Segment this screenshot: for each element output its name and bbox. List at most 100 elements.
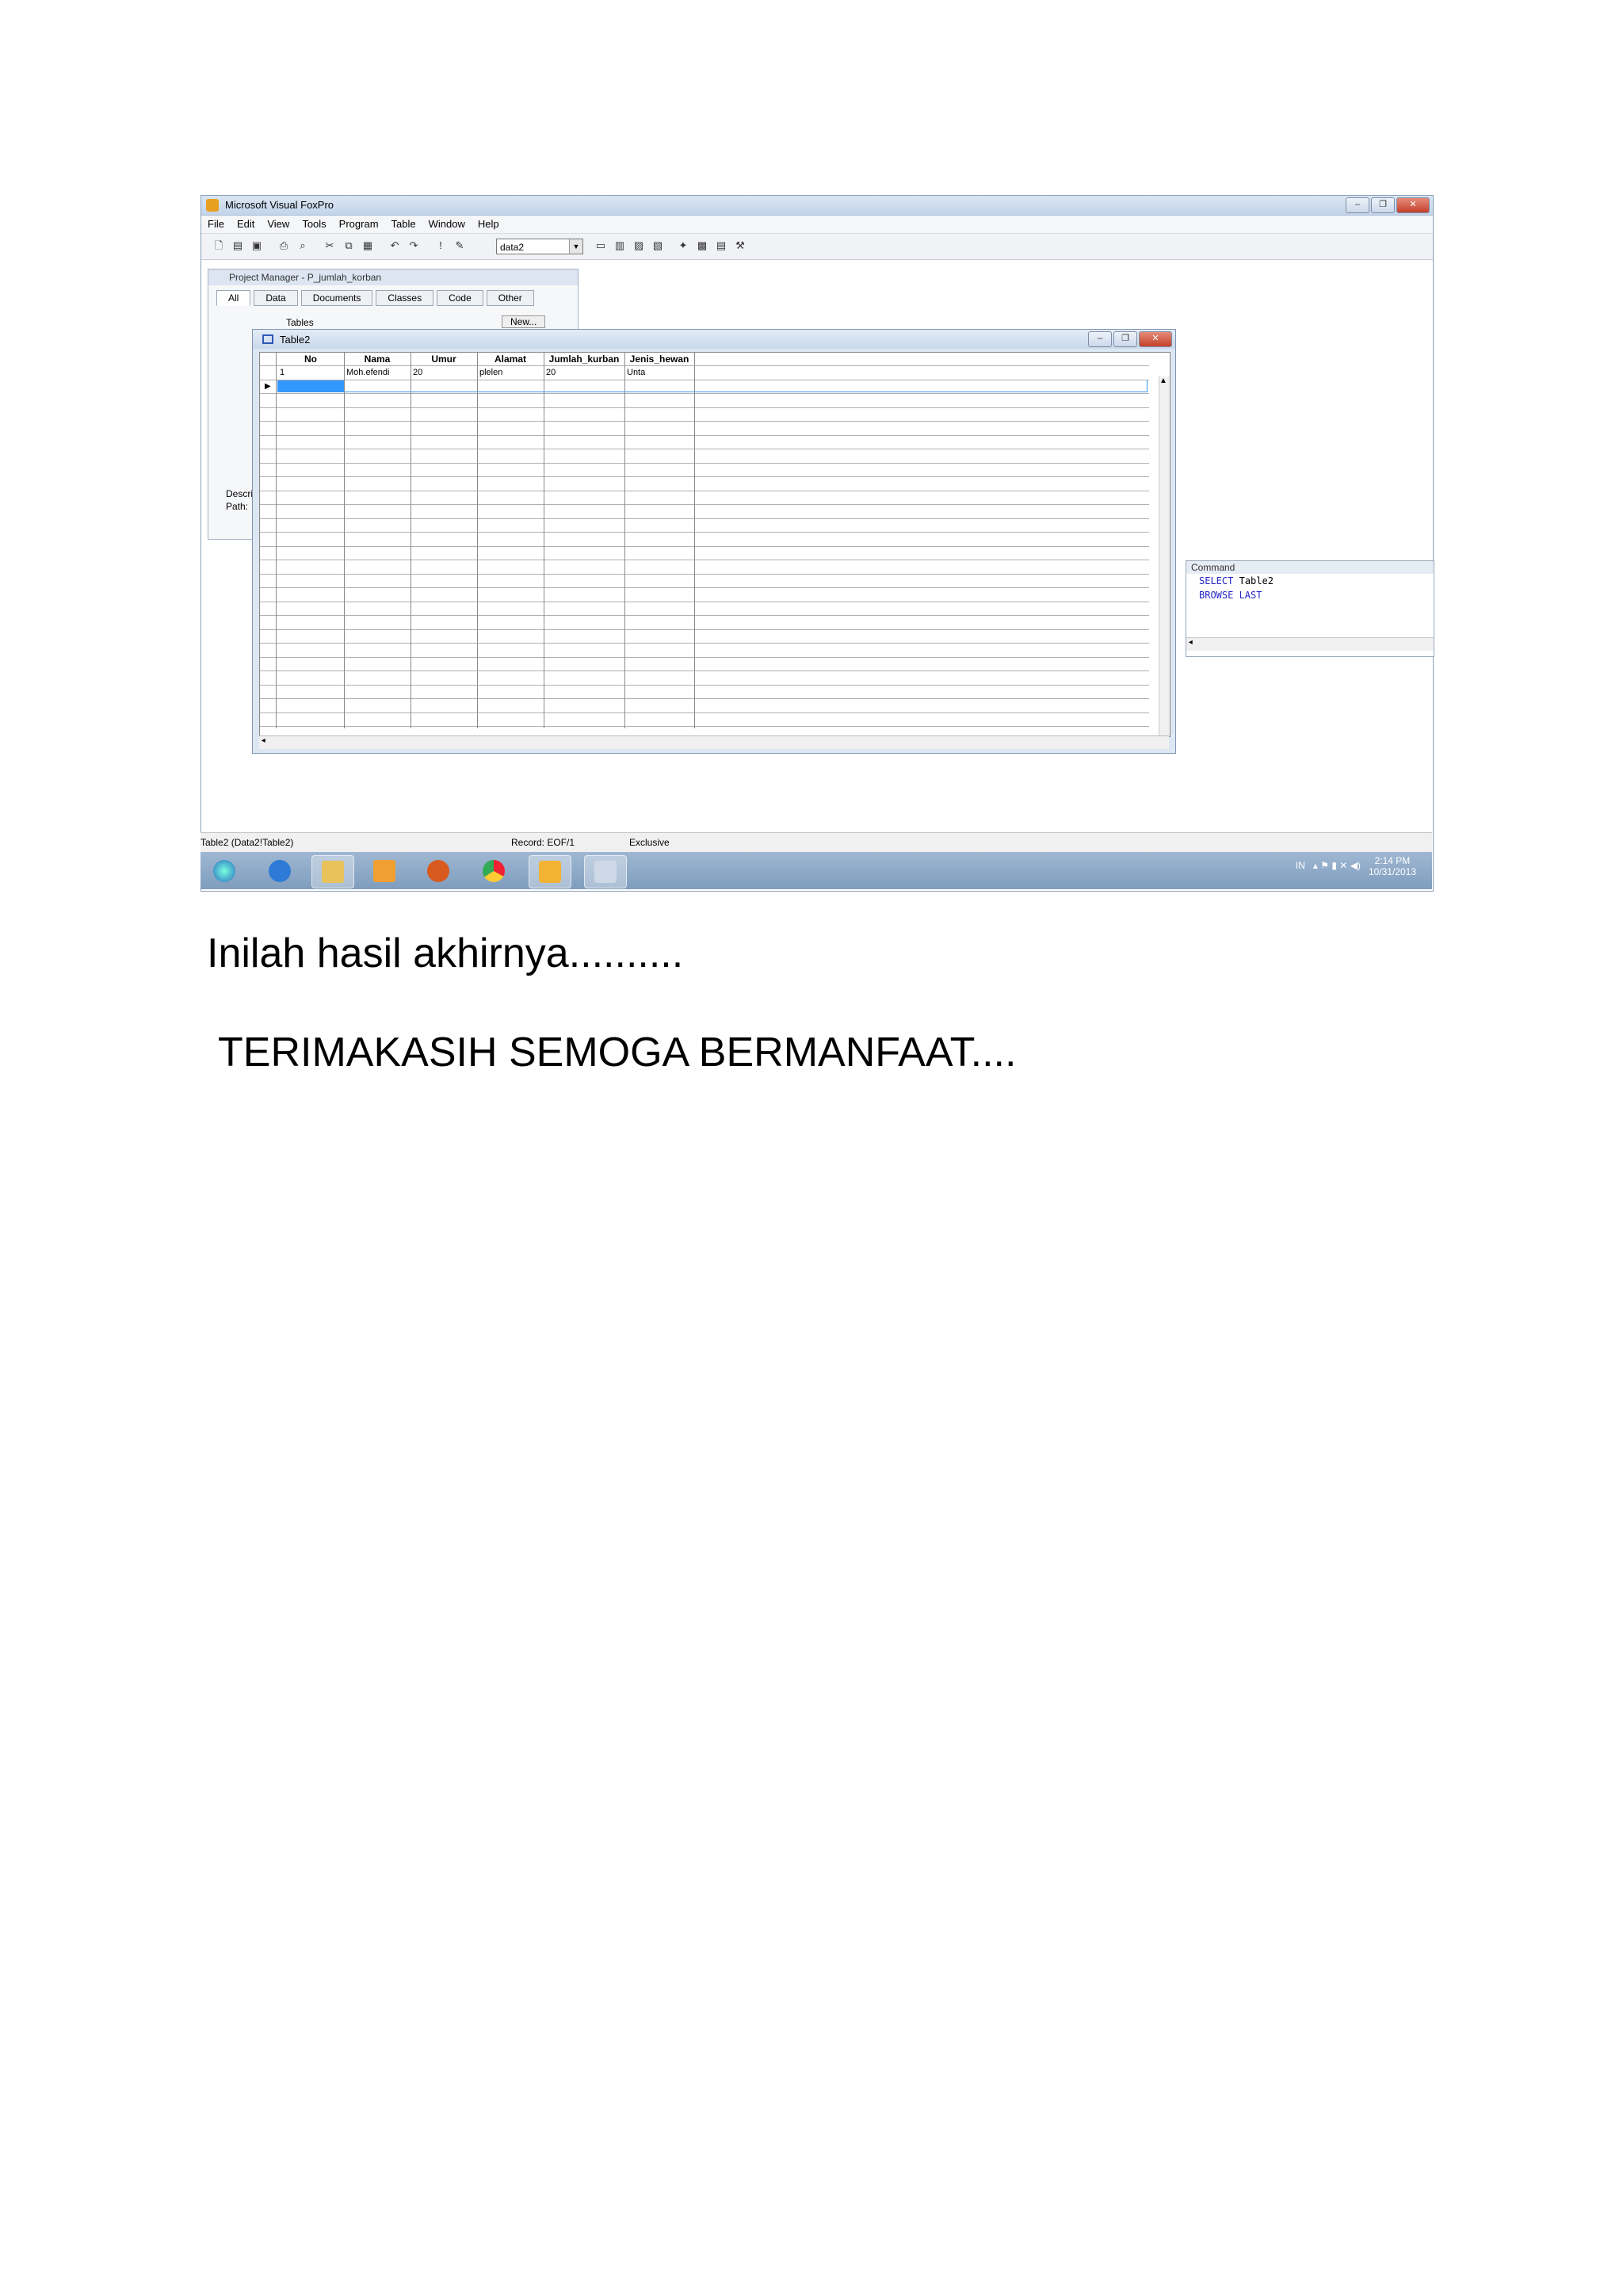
command-titlebar: Command xyxy=(1186,561,1434,574)
print-icon[interactable]: ⎙ xyxy=(277,239,290,252)
grid-row-line xyxy=(260,407,1149,408)
database-combo[interactable]: data2 ▼ xyxy=(496,239,583,254)
cell-jumlah-kurban[interactable]: 20 xyxy=(544,365,556,380)
menu-table[interactable]: Table xyxy=(385,216,422,233)
column-header-nama[interactable]: Nama xyxy=(344,353,411,365)
print-preview-icon[interactable]: ⌕ xyxy=(296,239,309,252)
menu-edit[interactable]: Edit xyxy=(231,216,261,233)
menu-view[interactable]: View xyxy=(261,216,296,233)
grid-row-line xyxy=(260,518,1149,519)
description-label: Descri xyxy=(226,488,254,499)
start-button[interactable] xyxy=(204,855,245,887)
cell-nama[interactable]: Moh.efendi xyxy=(344,365,389,380)
paste-icon[interactable]: ▦ xyxy=(361,239,374,252)
column-header-umur[interactable]: Umur xyxy=(411,353,477,365)
browse-restore-button[interactable]: ❐ xyxy=(1113,331,1137,347)
foxpro-task-icon[interactable] xyxy=(529,855,571,888)
command-window-icon[interactable]: ▭ xyxy=(594,239,607,252)
database-combo-value: data2 xyxy=(500,242,525,253)
taskbar: IN ▴ ⚑ ▮ ✕ ◀) 2:14 PM 10/31/2013 xyxy=(200,852,1432,889)
grid-row-line xyxy=(260,643,1149,644)
tab-code[interactable]: Code xyxy=(437,290,483,306)
undo-icon[interactable]: ↶ xyxy=(388,239,401,252)
modify-form-icon[interactable]: ✎ xyxy=(453,239,466,252)
redo-icon[interactable]: ↷ xyxy=(407,239,420,252)
firefox-icon[interactable] xyxy=(418,855,459,887)
tab-classes[interactable]: Classes xyxy=(376,290,434,306)
save-icon[interactable]: ▣ xyxy=(250,239,263,252)
browse-minimize-button[interactable]: ‒ xyxy=(1088,331,1112,347)
project-manager-titlebar: Project Manager - P_jumlah_korban xyxy=(208,269,578,285)
cell-alamat[interactable]: plelen xyxy=(477,365,502,380)
paint-icon[interactable] xyxy=(584,855,627,888)
copy-icon[interactable]: ⧉ xyxy=(342,239,355,252)
command-argument: Table2 xyxy=(1239,575,1274,586)
vertical-scrollbar[interactable]: ▲ xyxy=(1159,376,1170,736)
column-header-alamat[interactable]: Alamat xyxy=(477,353,544,365)
tree-item-tables[interactable]: Tables xyxy=(286,317,314,328)
menu-window[interactable]: Window xyxy=(422,216,472,233)
grid-row-line xyxy=(260,462,1149,464)
browse-close-button[interactable]: ✕ xyxy=(1139,331,1172,347)
record-pointer-icon: ▶ xyxy=(265,382,271,391)
command-line-2[interactable]: BROWSE LAST xyxy=(1199,590,1262,601)
horizontal-scrollbar[interactable]: ◂ xyxy=(259,735,1169,749)
menu-tools[interactable]: Tools xyxy=(296,216,332,233)
grid-row-line xyxy=(260,532,1149,533)
media-player-icon[interactable] xyxy=(364,855,405,887)
grid-column-line xyxy=(344,353,345,728)
cell-no[interactable]: 1 xyxy=(277,365,285,380)
clock-time[interactable]: 2:14 PM xyxy=(1375,855,1411,866)
foxpro-icon xyxy=(206,199,219,212)
cut-icon[interactable]: ✂ xyxy=(323,239,336,252)
code-references-icon[interactable]: ▩ xyxy=(696,239,708,252)
wizard-icon[interactable]: ✦ xyxy=(677,239,689,252)
menu-program[interactable]: Program xyxy=(333,216,385,233)
command-scrollbar[interactable]: ◂ xyxy=(1186,637,1434,651)
new-button[interactable]: New... xyxy=(502,315,546,328)
menu-help[interactable]: Help xyxy=(472,216,506,233)
grid-row-line xyxy=(260,628,1149,630)
new-file-icon[interactable]: 🗋 xyxy=(212,239,225,252)
toolbox-icon[interactable]: ▤ xyxy=(715,239,727,252)
close-button[interactable]: ✕ xyxy=(1396,197,1430,213)
report-icon[interactable]: ▧ xyxy=(651,239,664,252)
tab-data[interactable]: Data xyxy=(254,290,298,306)
browse-titlebar: Table2 ‒ ❐ ✕ xyxy=(253,330,1175,349)
data-session-icon[interactable]: ▥ xyxy=(613,239,626,252)
clock-date[interactable]: 10/31/2013 xyxy=(1369,866,1416,877)
column-header-jumlah-kurban[interactable]: Jumlah_kurban xyxy=(544,353,624,365)
browse-window: Table2 ‒ ❐ ✕ No Nama Umur Alamat Jumlah_… xyxy=(252,329,1176,754)
current-row[interactable] xyxy=(344,380,1148,392)
command-line-1[interactable]: SELECT Table2 xyxy=(1199,575,1274,586)
tab-documents[interactable]: Documents xyxy=(300,290,373,306)
command-keyword: SELECT xyxy=(1199,575,1234,586)
cell-umur[interactable]: 20 xyxy=(411,365,422,380)
language-indicator[interactable]: IN xyxy=(1296,860,1305,871)
column-header-no[interactable]: No xyxy=(277,353,344,365)
system-tray: IN ▴ ⚑ ▮ ✕ ◀) 2:14 PM 10/31/2013 xyxy=(1296,855,1416,877)
grid-row-line xyxy=(260,698,1149,699)
run-icon[interactable]: ! xyxy=(434,239,447,252)
status-table: Table2 (Data2!Table2) xyxy=(200,837,294,848)
current-cell[interactable] xyxy=(277,380,344,392)
tab-all[interactable]: All xyxy=(216,290,251,306)
grid-row-line xyxy=(260,476,1149,477)
column-header-jenis-hewan[interactable]: Jenis_hewan xyxy=(624,353,694,365)
menu-file[interactable]: File xyxy=(201,216,231,233)
open-icon[interactable]: ▤ xyxy=(231,239,244,252)
vfp-window: Microsoft Visual FoxPro ‒ ❐ ✕ File Edit … xyxy=(200,195,1434,892)
explorer-icon[interactable] xyxy=(311,855,354,888)
tab-other[interactable]: Other xyxy=(486,290,534,306)
tray-icons[interactable]: ▴ ⚑ ▮ ✕ ◀) xyxy=(1313,860,1361,871)
restore-button[interactable]: ❐ xyxy=(1371,197,1395,213)
chrome-icon[interactable] xyxy=(473,855,514,887)
chevron-down-icon[interactable]: ▼ xyxy=(569,239,582,254)
options-icon[interactable]: ⚒ xyxy=(734,239,747,252)
database-designer-icon[interactable]: ▨ xyxy=(632,239,645,252)
cell-jenis-hewan[interactable]: Unta xyxy=(624,365,645,380)
ie-icon[interactable] xyxy=(259,855,300,887)
grid-column-line xyxy=(694,353,695,728)
minimize-button[interactable]: ‒ xyxy=(1346,197,1369,213)
browse-grid[interactable]: No Nama Umur Alamat Jumlah_kurban Jenis_… xyxy=(259,352,1170,737)
